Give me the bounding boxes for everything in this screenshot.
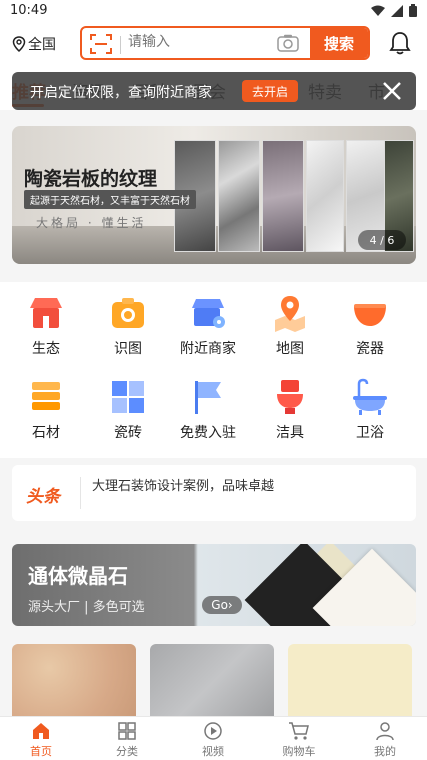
cart-icon: [289, 722, 309, 740]
close-icon[interactable]: [380, 79, 404, 103]
battery-icon: [409, 4, 417, 17]
promo-banner[interactable]: 通体微晶石 源头大厂 | 多色可选 Go ›: [12, 544, 416, 626]
nav-label: 首页: [30, 745, 52, 758]
headline-tag: 头条: [26, 487, 60, 507]
category-item[interactable]: 石材: [6, 378, 86, 442]
category-item[interactable]: 附近商家: [168, 294, 248, 358]
category-item[interactable]: 生态: [6, 294, 86, 358]
banner-brand: 大格局 · 懂生活: [36, 216, 147, 230]
product-thumbnail[interactable]: [288, 644, 412, 724]
category-label: 卫浴: [356, 425, 384, 441]
signal-icon: [391, 4, 403, 17]
promo-go-button[interactable]: Go ›: [202, 596, 242, 614]
search-box: 搜索: [80, 26, 370, 60]
bell-icon[interactable]: [389, 31, 411, 55]
category-label: 洁具: [276, 425, 304, 441]
category-label: 瓷砖: [114, 425, 142, 441]
category-label: 免费入驻: [180, 425, 236, 441]
location-selector[interactable]: 全国: [12, 34, 56, 54]
video-icon: [204, 722, 222, 740]
location-label: 全国: [28, 37, 56, 53]
nav-home[interactable]: 首页: [11, 721, 71, 759]
stone-icon: [32, 382, 60, 410]
status-icons: [371, 4, 417, 17]
search-input[interactable]: [126, 33, 270, 51]
bottom-navigation: 首页 分类 视频 购物车 我的: [0, 716, 427, 760]
nav-label: 视频: [202, 745, 224, 758]
map-icon: [275, 296, 305, 332]
home-icon: [33, 723, 49, 739]
category-label: 识图: [114, 341, 142, 357]
location-pin-icon: [12, 36, 26, 52]
category-item[interactable]: 洁具: [250, 378, 330, 442]
promo-title: 通体微晶石: [28, 564, 128, 588]
category-item[interactable]: 地图: [250, 294, 330, 358]
category-item[interactable]: 瓷砖: [88, 378, 168, 442]
category-item[interactable]: 免费入驻: [168, 378, 248, 442]
flag-icon: [195, 381, 221, 414]
nav-label: 分类: [116, 745, 138, 758]
headline-divider: [80, 477, 81, 509]
nav-label: 我的: [374, 745, 396, 758]
category-label: 附近商家: [180, 341, 236, 357]
shop-icon: [30, 298, 62, 328]
category-icon: [118, 722, 136, 740]
marble-slab: [262, 140, 304, 252]
nav-cart[interactable]: 购物车: [269, 721, 329, 759]
category-label: 瓷器: [356, 341, 384, 357]
user-icon: [376, 722, 394, 741]
product-list: [0, 636, 427, 724]
camera-search-icon[interactable]: [277, 34, 299, 52]
status-time: 10:49: [10, 3, 48, 18]
nav-video[interactable]: 视频: [183, 721, 243, 759]
category-item[interactable]: 瓷器: [330, 294, 410, 358]
category-grid: 生态 识图 附近商家 地图 瓷器 石材 瓷砖 免费入驻 洁具 卫浴: [0, 282, 427, 458]
product-thumbnail[interactable]: [12, 644, 136, 724]
wifi-icon: [371, 5, 385, 16]
category-label: 石材: [32, 425, 60, 441]
toilet-icon: [277, 380, 303, 414]
toast-message: 开启定位权限，查询附近商家: [30, 85, 212, 101]
nav-profile[interactable]: 我的: [355, 721, 415, 759]
nearby-store-icon: [192, 299, 225, 328]
headline-text[interactable]: 大理石装饰设计案例，品味卓越: [92, 475, 274, 494]
scan-icon[interactable]: [90, 34, 112, 54]
marble-slab: [218, 140, 260, 252]
status-bar: 10:49: [0, 0, 427, 22]
bathtub-icon: [353, 378, 387, 415]
product-thumbnail[interactable]: [150, 644, 274, 724]
bowl-icon: [354, 304, 386, 326]
category-item[interactable]: 识图: [88, 294, 168, 358]
category-label: 生态: [32, 341, 60, 357]
banner-pager: 4 / 6: [358, 230, 406, 250]
headline-news[interactable]: 头条 大理石装饰设计案例，品味卓越: [12, 465, 416, 521]
promo-subtitle: 源头大厂 | 多色可选: [28, 600, 145, 615]
category-item[interactable]: 卫浴: [330, 378, 410, 442]
top-bar: 全国 搜索: [0, 22, 427, 66]
camera-icon: [112, 298, 144, 328]
search-button[interactable]: 搜索: [310, 28, 368, 58]
marble-slab: [306, 140, 344, 252]
banner-title: 陶瓷岩板的纹理: [24, 168, 158, 190]
tile-icon: [112, 381, 144, 413]
banner-carousel[interactable]: 陶瓷岩板的纹理 起源于天然石材，又丰富于天然石材 大格局 · 懂生活 4 / 6: [12, 126, 416, 264]
promo-go-label: Go: [211, 598, 228, 612]
nav-category[interactable]: 分类: [97, 721, 157, 759]
category-label: 地图: [276, 341, 304, 357]
search-separator: [120, 36, 121, 54]
banner-subtitle: 起源于天然石材，又丰富于天然石材: [24, 190, 196, 209]
location-permission-toast: 开启定位权限，查询附近商家 去开启: [12, 72, 416, 110]
nav-label: 购物车: [282, 745, 316, 758]
enable-location-button[interactable]: 去开启: [242, 80, 298, 102]
